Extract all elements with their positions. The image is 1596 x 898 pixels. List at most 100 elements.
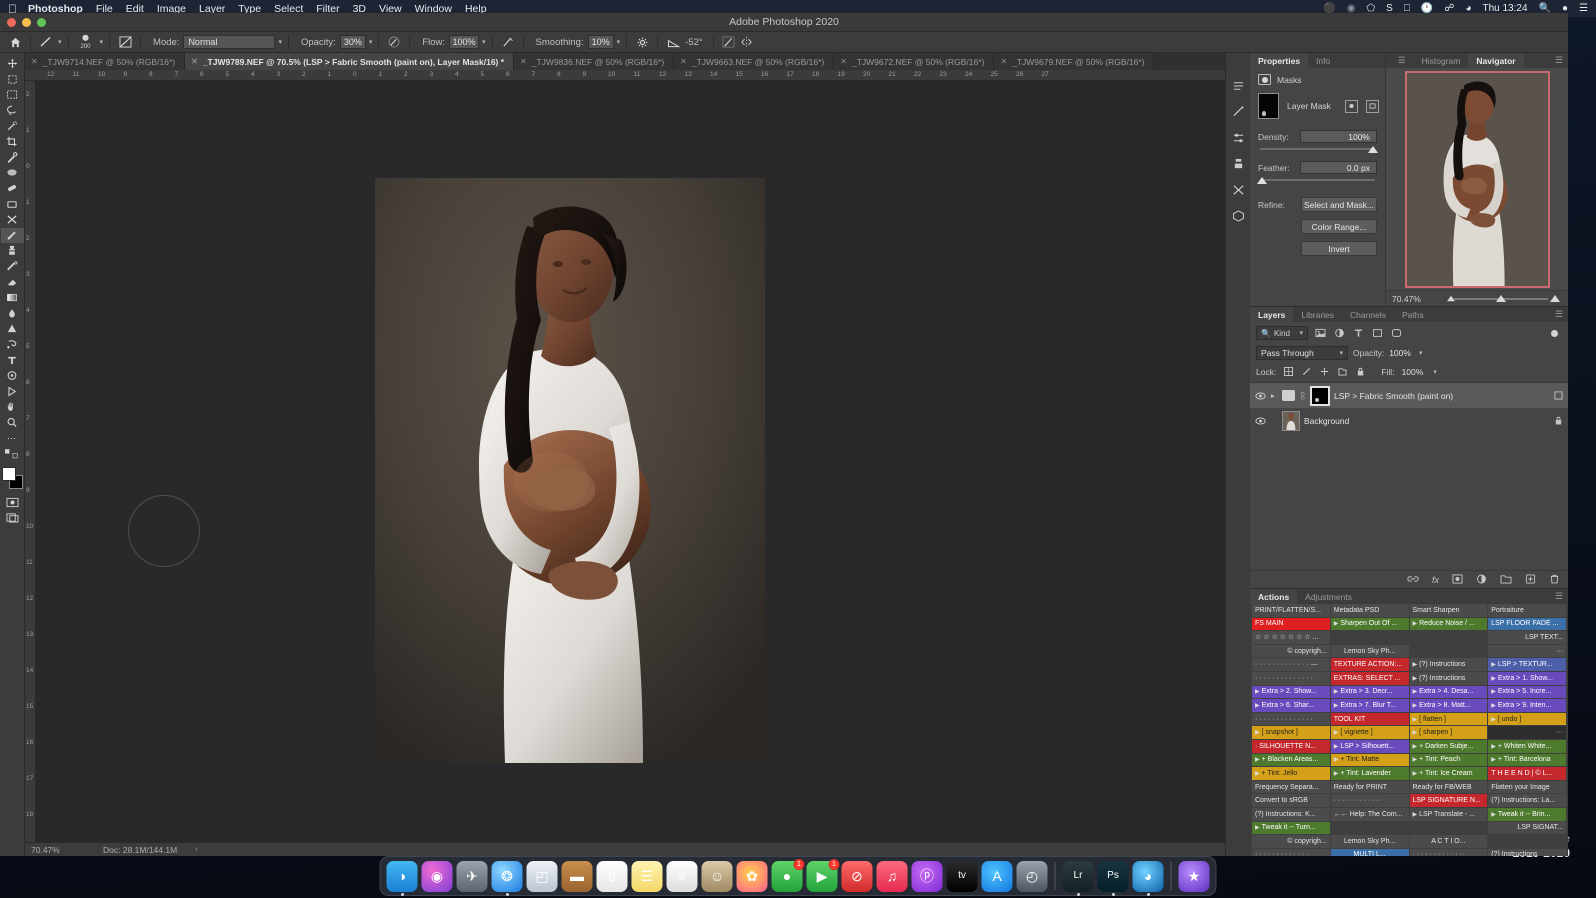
color-range-button[interactable]: Color Range... — [1301, 219, 1377, 234]
action-button[interactable]: · · · · · · · · · · · ·· — [1410, 849, 1488, 856]
lock-transparent-pixels-icon[interactable] — [1283, 366, 1294, 377]
action-button[interactable]: © copyrigh... — [1252, 835, 1330, 848]
dock-item-reminders[interactable]: ≡ — [667, 861, 698, 892]
dock-item-capture-one[interactable]: ◕ — [1133, 861, 1164, 892]
action-button[interactable]: ▶+ Tint: Ice Cream — [1410, 767, 1488, 780]
smoothing-input[interactable]: 10% — [588, 35, 614, 49]
lock-image-pixels-icon[interactable] — [1301, 366, 1312, 377]
dock-item-time-machine[interactable]: ◴ — [1017, 861, 1048, 892]
density-slider[interactable] — [1258, 146, 1377, 156]
feather-slider[interactable] — [1258, 177, 1377, 187]
action-button[interactable]: ▶Extra > 8. Matt... — [1410, 699, 1488, 712]
lock-all-icon[interactable] — [1355, 366, 1366, 377]
action-button[interactable]: ☆ ☆ ☆ ☆ ☆ ☆ ☆ ... — [1252, 631, 1330, 644]
dock-item-siri[interactable]: ◉ — [422, 861, 453, 892]
history-panel-icon[interactable] — [1228, 77, 1249, 95]
action-button[interactable]: FS MAIN — [1252, 618, 1330, 631]
dock-item-messages[interactable]: ●1 — [772, 861, 803, 892]
dock-item-apple-tv[interactable]: tv — [947, 861, 978, 892]
status-zoom-level[interactable]: 70.47% — [31, 845, 93, 855]
zoom-out-icon[interactable] — [1447, 295, 1455, 301]
action-button[interactable]: · · · · · · · · · · · · · — [1252, 849, 1330, 856]
fill-chevron-icon[interactable]: ▾ — [1433, 368, 1437, 376]
close-tab-icon[interactable]: ✕ — [680, 57, 687, 66]
action-button[interactable]: (?) Instructions: La... — [1488, 794, 1566, 807]
action-button[interactable]: ▶Extra > 2. Show... — [1252, 686, 1330, 699]
invert-button[interactable]: Invert — [1301, 241, 1377, 256]
action-button[interactable]: ▶[ flatten ] — [1410, 713, 1488, 726]
angle-value[interactable]: -52° — [685, 37, 703, 48]
smart-object-filter-icon[interactable] — [1390, 327, 1403, 340]
hand-tool[interactable] — [1, 399, 24, 415]
action-button[interactable]: · · · · · · · · · · ·· — [1331, 794, 1409, 807]
navigator-view-box[interactable] — [1405, 71, 1550, 288]
document-tab-4[interactable]: ✕ _TJW9672.NEF @ 50% (RGB/16*) — [834, 53, 994, 70]
dock-item-calendar[interactable]: 9 — [597, 861, 628, 892]
pen-tool[interactable] — [1, 337, 24, 353]
macos-dock[interactable]: ◑◉✈❂◰▬9☰≡☺✿●1▶1⊘♫ⓟtvA◴LrPs◕★ — [380, 856, 1217, 896]
opacity-input[interactable]: 30% — [340, 35, 366, 49]
action-button[interactable]: · · · · · · · · · · · · · · — [1252, 713, 1330, 726]
dock-item-app-store[interactable]: A — [982, 861, 1013, 892]
dock-item-do-not-disturb[interactable]: ⊘ — [842, 861, 873, 892]
dock-item-notes-folder[interactable]: ▬ — [562, 861, 593, 892]
angle-icon[interactable] — [664, 34, 682, 51]
layer-row-background[interactable]: Background — [1250, 408, 1568, 433]
action-button[interactable]: Lemon Sky Ph... — [1331, 645, 1409, 658]
action-button[interactable]: PRINT/FLATTEN/S... — [1252, 604, 1330, 617]
action-button[interactable]: (?) Instructions — [1488, 849, 1566, 856]
dock-item-notes[interactable]: ☰ — [632, 861, 663, 892]
action-button[interactable]: · · · · · · · · · · · · · · — [1252, 672, 1330, 685]
move-tool[interactable] — [1, 56, 24, 72]
action-button[interactable]: Ready for PRINT — [1331, 781, 1409, 794]
layer-kind-filter[interactable]: 🔍 Kind ▾ — [1256, 326, 1308, 340]
tab-adjustments[interactable]: Adjustments — [1297, 589, 1360, 604]
layers-options-icon[interactable]: ☰ — [1555, 307, 1568, 322]
add-mask-icon[interactable] — [1452, 571, 1463, 589]
control-center-icon[interactable]: ☰ — [1579, 3, 1588, 14]
dock-item-safari[interactable]: ❂ — [492, 861, 523, 892]
3d-panel-icon[interactable] — [1228, 207, 1249, 225]
brush-preset-chevron-icon[interactable]: ▾ — [58, 38, 62, 46]
action-button[interactable]: ▶+ Tint: Matte — [1331, 754, 1409, 767]
close-tab-icon[interactable]: ✕ — [520, 57, 527, 66]
layer-opacity-chevron-icon[interactable]: ▾ — [1419, 349, 1423, 357]
action-button[interactable]: ▶Extra > 9. Inten... — [1488, 699, 1566, 712]
clone-stamp-tool[interactable] — [1, 243, 24, 259]
action-button[interactable]: ▶Extra > 5. Incre... — [1488, 686, 1566, 699]
pressure-opacity-icon[interactable] — [385, 34, 403, 51]
document-tab-3[interactable]: ✕ _TJW9663.NEF @ 50% (RGB/16*) — [674, 53, 834, 70]
layer-blend-mode-select[interactable]: Pass Through ▾ — [1256, 346, 1348, 360]
eyedropper-tool[interactable] — [1, 150, 24, 166]
flow-chevron-icon[interactable]: ▾ — [482, 38, 486, 46]
action-button[interactable]: · SILHOUETTE N... — [1252, 740, 1330, 753]
dock-item-contacts[interactable]: ☺ — [702, 861, 733, 892]
action-button[interactable]: Convert to sRGB — [1252, 794, 1330, 807]
action-button[interactable]: ▶(?) Instructions — [1410, 658, 1488, 671]
foreground-color-swatch[interactable] — [2, 467, 16, 481]
tab-histogram[interactable]: Histogram — [1414, 53, 1469, 68]
layer-name[interactable]: LSP > Fabric Smooth (paint on) — [1334, 391, 1548, 401]
tab-channels[interactable]: Channels — [1342, 307, 1394, 322]
vector-mask-icon[interactable] — [1366, 100, 1379, 113]
action-button[interactable]: Metadata PSD — [1331, 604, 1409, 617]
action-button[interactable]: ▶+ Tint: Lavender — [1331, 767, 1409, 780]
layer-name[interactable]: Background — [1304, 416, 1548, 426]
airbrush-icon[interactable] — [499, 34, 517, 51]
tab-properties[interactable]: Properties — [1250, 53, 1308, 68]
action-button[interactable]: ▶LSP > TEXTUR... — [1488, 658, 1566, 671]
action-button[interactable]: ▶+ Tint: Barcelona — [1488, 754, 1566, 767]
type-tool[interactable] — [1, 352, 24, 368]
gear-icon[interactable] — [633, 34, 651, 51]
density-slider-handle[interactable] — [1368, 146, 1378, 153]
layer-mask-thumbnail[interactable] — [1258, 93, 1279, 119]
smoothing-chevron-icon[interactable]: ▾ — [617, 38, 621, 46]
document-canvas[interactable] — [375, 178, 765, 763]
action-button[interactable]: T H E E N D | © L... — [1488, 767, 1566, 780]
action-button[interactable]: ▶Extra > 3. Decr... — [1331, 686, 1409, 699]
navigator-preview[interactable] — [1386, 68, 1568, 290]
zoom-in-icon[interactable] — [1550, 295, 1560, 302]
action-button[interactable]: ▶Extra > 1. Show... — [1488, 672, 1566, 685]
mask-link-icon[interactable]: ○○ — [1299, 392, 1306, 400]
filter-toggle-icon[interactable] — [1551, 330, 1558, 337]
